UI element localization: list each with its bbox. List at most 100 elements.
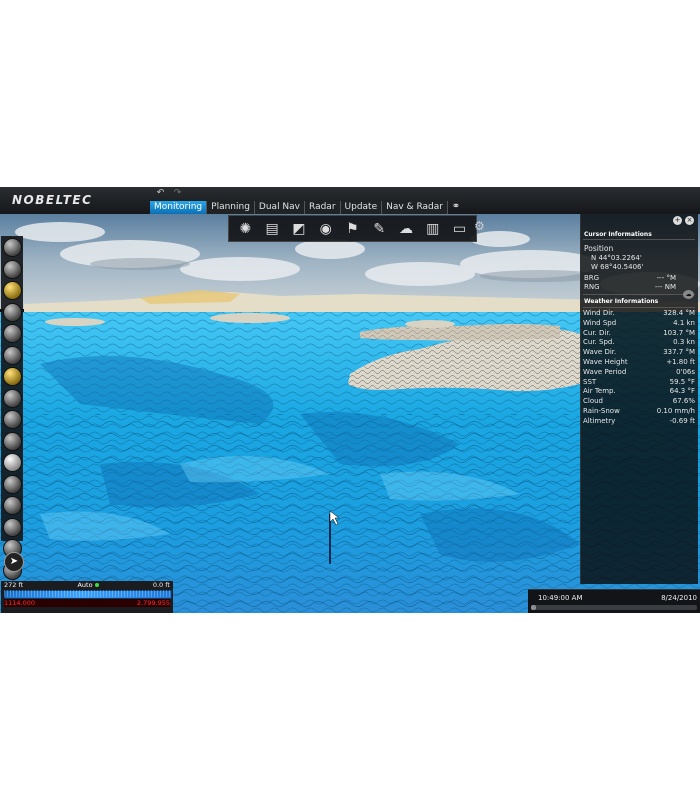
gauge-right-value: 0.0 ft bbox=[152, 581, 170, 589]
track-icon[interactable] bbox=[2, 410, 22, 429]
weather-label: Wave Dir. bbox=[583, 348, 617, 357]
close-icon[interactable]: × bbox=[685, 216, 694, 225]
book-icon[interactable]: ▥ bbox=[423, 219, 443, 239]
target-icon[interactable] bbox=[2, 474, 22, 494]
weather-value: 328.4 °M bbox=[663, 309, 695, 317]
circle-icon[interactable] bbox=[2, 453, 22, 472]
tide-icon[interactable] bbox=[2, 281, 22, 300]
zoom-in-icon[interactable] bbox=[2, 238, 22, 257]
weather-label: Cloud bbox=[583, 397, 603, 406]
app-logo: NOBELTEC bbox=[12, 193, 93, 207]
gauge-mode[interactable]: Auto bbox=[77, 581, 99, 589]
panel-controls: + × bbox=[673, 216, 694, 225]
time-bar: 10:49:00 AM 8/24/2010 bbox=[528, 589, 700, 613]
tab-monitoring[interactable]: Monitoring bbox=[150, 201, 208, 214]
sonar-icon[interactable]: ◉ bbox=[316, 219, 336, 239]
cursor-info-header: Cursor Informations bbox=[584, 231, 652, 238]
weather-row: Cloud 67.6% bbox=[583, 397, 695, 407]
link-icon[interactable]: ⚭ bbox=[450, 201, 462, 213]
gauge-footer-left: 1114.000 bbox=[4, 599, 36, 607]
time-slider-fill bbox=[531, 605, 536, 610]
tab-nav-radar[interactable]: Nav & Radar bbox=[382, 201, 448, 214]
info-panel: + × Cursor Informations Position N 44°03… bbox=[580, 214, 698, 584]
route-icon[interactable] bbox=[2, 388, 22, 408]
weather-value: +1.80 ft bbox=[666, 357, 695, 366]
chart-tools-icon[interactable]: ◩ bbox=[289, 219, 309, 239]
gauge-left-value: 272 ft bbox=[4, 581, 24, 589]
gear-icon[interactable]: ⚙ bbox=[474, 219, 488, 233]
flag-icon[interactable]: ▭ bbox=[450, 219, 470, 239]
weather-row: Wind Dir. 328.4 °M bbox=[583, 309, 695, 319]
range-icon[interactable] bbox=[2, 345, 22, 365]
weather-row: Wave Height +1.80 ft bbox=[583, 358, 695, 368]
tab-radar[interactable]: Radar bbox=[305, 201, 341, 214]
gauge-footer-right: 2.799.955 bbox=[136, 599, 170, 607]
brg-label: BRG bbox=[584, 274, 600, 282]
rng-label: RNG bbox=[584, 283, 600, 291]
rng-value: --- NM bbox=[654, 283, 676, 291]
weather-row: Wave Dir. 337.7 °M bbox=[583, 348, 695, 358]
weather-label: Cur. Dir. bbox=[583, 328, 611, 337]
waypoint-icon[interactable]: ⚑ bbox=[342, 219, 362, 239]
weather-value: 0.3 kn bbox=[673, 338, 695, 347]
brg-row: BRG --- °M bbox=[584, 274, 694, 282]
weather-value: 67.6% bbox=[672, 397, 695, 406]
gauge-header: 272 ft Auto 0.0 ft bbox=[4, 581, 170, 589]
brg-value: --- °M bbox=[656, 274, 676, 282]
divider bbox=[583, 239, 695, 240]
north-arrow-icon[interactable]: ➤ bbox=[4, 552, 24, 572]
hand-icon[interactable] bbox=[2, 367, 22, 386]
tab-planning[interactable]: Planning bbox=[207, 201, 255, 214]
ruler-icon[interactable] bbox=[2, 324, 22, 343]
status-dot-icon bbox=[94, 583, 99, 587]
weather-row: Altimetry -0.69 ft bbox=[583, 417, 695, 427]
weather-label: Air Temp. bbox=[583, 387, 616, 396]
undo-arrow-icon[interactable]: ↶ bbox=[155, 188, 166, 198]
compass-rose-icon[interactable]: ✺ bbox=[235, 219, 255, 239]
weather-row: Wind Spd 4.1 kn bbox=[583, 319, 695, 329]
measure-icon[interactable] bbox=[2, 496, 22, 515]
gauge-footer: 1114.000 2.799.955 bbox=[4, 599, 170, 607]
weather-row: Air Temp. 64.3 °F bbox=[583, 387, 695, 397]
latitude-value: N 44°03.2264' bbox=[591, 254, 642, 262]
weather-value: 4.1 kn bbox=[673, 318, 695, 327]
pencil-icon[interactable]: ✎ bbox=[369, 219, 389, 239]
weather-label: Wind Spd bbox=[583, 318, 617, 327]
weather-icon[interactable]: ☁ bbox=[396, 219, 416, 239]
longitude-value: W 68°40.5406' bbox=[591, 263, 644, 271]
date-display: 8/24/2010 bbox=[661, 594, 697, 602]
weather-label: Cur. Spd. bbox=[583, 338, 615, 347]
weather-value: 103.7 °M bbox=[663, 328, 695, 337]
weather-value: -0.69 ft bbox=[669, 416, 695, 425]
time-display: 10:49:00 AM bbox=[538, 594, 583, 602]
depth-scale-ticks bbox=[4, 590, 170, 597]
tab-dual-nav[interactable]: Dual Nav bbox=[254, 201, 306, 214]
weather-row: Cur. Dir. 103.7 °M bbox=[583, 329, 695, 339]
rng-row: RNG --- NM bbox=[584, 283, 694, 291]
mark-icon[interactable] bbox=[2, 431, 22, 451]
mode-tabs: Monitoring Planning Dual Nav Radar Updat… bbox=[150, 201, 462, 214]
weather-label: Altimetry bbox=[583, 416, 616, 425]
route-list-icon[interactable]: ▤ bbox=[262, 219, 282, 239]
weather-value: 0'06s bbox=[676, 367, 695, 376]
current-icon[interactable] bbox=[2, 302, 22, 322]
weather-row: Cur. Spd. 0.3 kn bbox=[583, 338, 695, 348]
divider bbox=[583, 294, 695, 295]
tab-update[interactable]: Update bbox=[340, 201, 383, 214]
position-label: Position bbox=[584, 244, 614, 253]
cloud-icon[interactable]: ☁ bbox=[683, 290, 694, 299]
weather-value: 59.5 °F bbox=[669, 377, 695, 386]
weather-row: Rain-Snow 0.10 mm/h bbox=[583, 407, 695, 417]
main-toolbar: ✺ ▤ ◩ ◉ ⚑ ✎ ☁ ▥ ▭ bbox=[228, 215, 477, 242]
divider bbox=[583, 307, 695, 308]
expand-icon[interactable]: + bbox=[673, 216, 682, 225]
redo-arrow-icon[interactable]: ↷ bbox=[172, 188, 183, 198]
weather-label: SST bbox=[583, 377, 597, 386]
left-toolbar bbox=[1, 236, 23, 580]
zoom-out-icon[interactable] bbox=[2, 259, 22, 279]
weather-row: SST 59.5 °F bbox=[583, 378, 695, 388]
time-slider[interactable] bbox=[531, 605, 697, 610]
search-icon[interactable] bbox=[2, 517, 22, 537]
weather-list: Wind Dir. 328.4 °M Wind Spd 4.1 kn Cur. Di… bbox=[583, 309, 695, 427]
chart-application-window: NOBELTEC ↶ ↷ Monitoring Planning Dual Na… bbox=[0, 187, 700, 613]
